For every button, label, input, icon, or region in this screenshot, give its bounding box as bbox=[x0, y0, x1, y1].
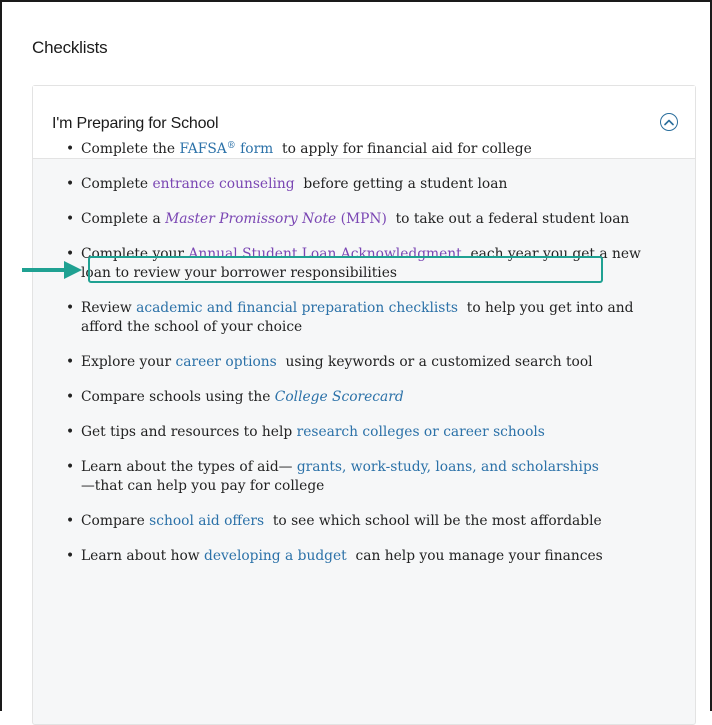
school-aid-offers-link[interactable]: school aid offers bbox=[149, 513, 264, 529]
list-item: Learn about the types of aid— grants, wo… bbox=[65, 458, 665, 496]
list-item: Get tips and resources to help research … bbox=[65, 423, 665, 442]
list-item: Learn about how developing a budget can … bbox=[65, 547, 665, 566]
list-item: Complete entrance counseling before gett… bbox=[65, 175, 665, 194]
item-text: Compare schools using the bbox=[81, 389, 275, 405]
list-item: Explore your career options using keywor… bbox=[65, 353, 665, 372]
item-text: Complete a bbox=[81, 211, 166, 227]
link-text: form bbox=[235, 141, 274, 157]
item-text: Compare bbox=[81, 513, 150, 529]
link-text: FAFSA bbox=[179, 141, 227, 157]
mpn-link[interactable]: Master Promissory Note (MPN) bbox=[165, 211, 387, 227]
accordion-title: I'm Preparing for School bbox=[52, 115, 219, 132]
list-item: Review academic and financial preparatio… bbox=[65, 299, 665, 337]
link-text: (MPN) bbox=[336, 211, 387, 227]
preparation-checklists-link[interactable]: academic and financial preparation check… bbox=[136, 300, 458, 316]
highlight-box bbox=[88, 256, 603, 283]
item-text: Complete the bbox=[81, 141, 180, 157]
chevron-up-circle-icon[interactable] bbox=[660, 113, 678, 131]
section-title: Checklists bbox=[32, 38, 108, 57]
item-text: Complete bbox=[81, 176, 153, 192]
item-text: Learn about the types of aid— bbox=[81, 459, 297, 475]
list-item: Compare schools using the College Scorec… bbox=[65, 388, 665, 407]
college-scorecard-link[interactable]: College Scorecard bbox=[275, 389, 404, 405]
item-text: Learn about how bbox=[81, 548, 204, 564]
list-item: Complete the FAFSA® form to apply for fi… bbox=[65, 140, 665, 159]
fafsa-form-link[interactable]: FAFSA® form bbox=[179, 141, 273, 157]
list-item: Complete a Master Promissory Note (MPN) … bbox=[65, 210, 665, 229]
item-text: using keywords or a customized search to… bbox=[276, 354, 593, 370]
career-options-link[interactable]: career options bbox=[176, 354, 277, 370]
item-text: can help you manage your finances bbox=[346, 548, 603, 564]
registered-mark: ® bbox=[226, 141, 236, 151]
developing-budget-link[interactable]: developing a budget bbox=[204, 548, 347, 564]
research-colleges-link[interactable]: research colleges or career schools bbox=[297, 424, 545, 440]
item-text: Get tips and resources to help bbox=[81, 424, 297, 440]
item-text: before getting a student loan bbox=[294, 176, 508, 192]
list-item: Compare school aid offers to see which s… bbox=[65, 512, 665, 531]
types-of-aid-link[interactable]: grants, work-study, loans, and scholarsh… bbox=[297, 459, 599, 475]
entrance-counseling-link[interactable]: entrance counseling bbox=[152, 176, 294, 192]
link-text: Master Promissory Note bbox=[165, 211, 337, 227]
item-text: to apply for financial aid for college bbox=[273, 141, 532, 157]
item-text: —that can help you pay for college bbox=[81, 478, 325, 494]
checklist: Complete the FAFSA® form to apply for fi… bbox=[65, 140, 665, 582]
arrow-right-icon bbox=[22, 261, 82, 279]
item-text: to take out a federal student loan bbox=[386, 211, 630, 227]
item-text: Review bbox=[81, 300, 137, 316]
item-text: to see which school will be the most aff… bbox=[264, 513, 602, 529]
item-text: Explore your bbox=[81, 354, 176, 370]
